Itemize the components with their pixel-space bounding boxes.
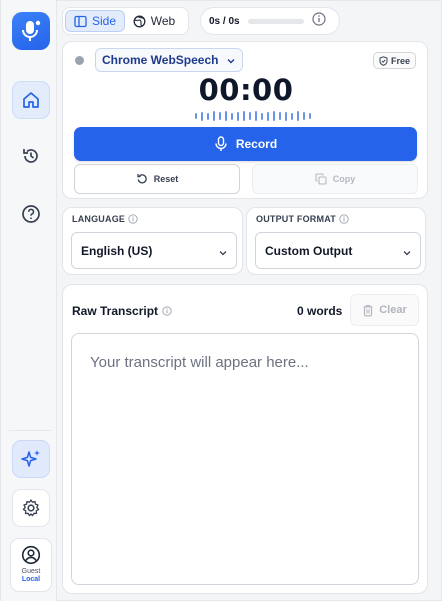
web-mode-tab[interactable]: Web (125, 10, 183, 32)
mode-toggle: Side Web (62, 7, 189, 35)
reset-icon (137, 174, 147, 184)
sparkles-icon (21, 450, 40, 467)
output-format-panel: OUTPUT FORMAT Custom Output (246, 207, 426, 275)
language-select[interactable]: English (US) (71, 232, 237, 269)
output-format-heading: OUTPUT FORMAT (256, 214, 349, 224)
recording-timer: 00:00 (198, 73, 294, 107)
copy-icon (315, 173, 327, 185)
record-button-label: Record (235, 137, 278, 151)
transcript-panel: Raw Transcript 0 words Clear Your transc… (62, 284, 428, 594)
plan-badge: Free (372, 52, 416, 69)
guest-label: Guest (21, 568, 41, 575)
storage-local-label: Local (21, 576, 41, 583)
side-mode-tab[interactable]: Side (65, 10, 125, 32)
app-logo (12, 12, 50, 50)
clear-button-label: Clear (379, 304, 407, 316)
copy-button[interactable]: Copy (252, 164, 418, 194)
audio-level-waveform (195, 111, 311, 121)
language-panel: LANGUAGE English (US) (62, 207, 243, 275)
language-heading-text: LANGUAGE (72, 214, 126, 224)
chevron-down-icon (226, 55, 236, 69)
reset-button[interactable]: Reset (74, 164, 240, 194)
language-heading: LANGUAGE (72, 214, 138, 224)
reset-button-label: Reset (153, 174, 179, 184)
usage-info-icon[interactable] (311, 11, 326, 31)
sidebar-ai-button[interactable] (12, 440, 50, 478)
language-select-value: English (US) (81, 243, 153, 258)
chevron-down-icon (218, 247, 228, 261)
home-icon (23, 92, 39, 108)
info-icon[interactable] (128, 214, 138, 224)
clear-button[interactable]: Clear (350, 294, 419, 326)
copy-button-label: Copy (332, 174, 356, 184)
side-mode-label: Side (91, 14, 117, 28)
microphone-icon (215, 136, 227, 151)
recording-status-indicator (75, 56, 84, 65)
transcript-placeholder: Your transcript will appear here... (90, 354, 309, 371)
sidebar-history-button[interactable] (12, 137, 50, 175)
plan-badge-label: Free (390, 55, 410, 66)
record-button[interactable]: Record (74, 127, 417, 161)
transcript-textarea[interactable]: Your transcript will appear here... (71, 333, 419, 585)
engine-select-value: Chrome WebSpeech (102, 53, 219, 67)
sidebar-home-button[interactable] (12, 81, 50, 119)
help-icon (22, 205, 40, 223)
info-icon[interactable] (339, 214, 349, 224)
usage-text: 0s / 0s (209, 15, 240, 27)
usage-meter: 0s / 0s (200, 7, 340, 35)
sidebar: Guest Local (1, 0, 57, 601)
output-format-select[interactable]: Custom Output (255, 232, 421, 269)
transcript-heading: Raw Transcript (72, 304, 172, 318)
usage-progress-bar (247, 18, 304, 24)
shield-check-icon (379, 55, 388, 66)
sidebar-panel-icon (74, 15, 87, 27)
output-format-heading-text: OUTPUT FORMAT (256, 214, 336, 224)
user-avatar-icon (21, 545, 41, 565)
guest-profile-button[interactable]: Guest Local (10, 538, 52, 592)
history-icon (23, 149, 38, 163)
info-icon[interactable] (162, 306, 172, 316)
transcript-heading-text: Raw Transcript (72, 304, 159, 318)
output-format-select-value: Custom Output (265, 243, 353, 258)
sidebar-help-button[interactable] (12, 195, 50, 233)
chevron-down-icon (402, 247, 412, 261)
microphone-logo-icon (22, 20, 41, 41)
word-count: 0 words (297, 304, 343, 318)
trash-icon (363, 304, 373, 316)
sidebar-settings-button[interactable] (12, 489, 50, 527)
globe-icon (133, 15, 146, 27)
recorder-panel: Chrome WebSpeech Free 00:00 Record Reset (62, 41, 428, 199)
web-mode-label: Web (150, 14, 176, 28)
engine-select[interactable]: Chrome WebSpeech (95, 48, 243, 72)
gear-icon (22, 499, 40, 517)
sidebar-divider (9, 430, 51, 431)
